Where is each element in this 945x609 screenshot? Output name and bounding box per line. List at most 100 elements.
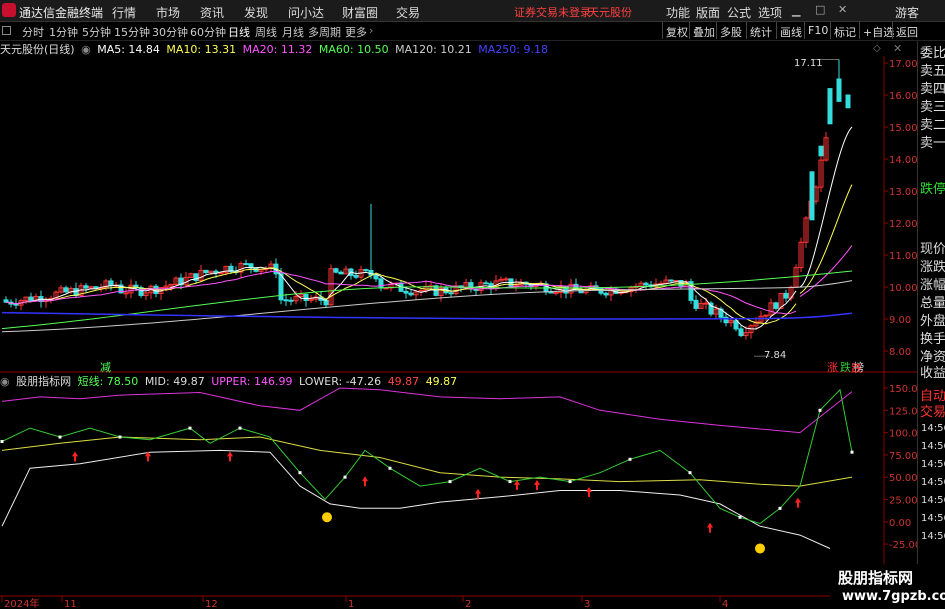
candle-body [288, 299, 294, 302]
short-marker [298, 471, 302, 475]
side-price[interactable]: 现价 [920, 242, 945, 258]
tag-down[interactable]: 跌 [840, 359, 851, 375]
side-ask1[interactable]: 卖一 [920, 136, 945, 152]
candle-body [28, 296, 34, 302]
side-time-2: 14:56 [921, 441, 945, 452]
side-ask3[interactable]: 卖三 [920, 100, 945, 116]
price-tick-label: 16.00 [889, 91, 918, 102]
candle-body [373, 274, 379, 280]
side-volume[interactable]: 总量 [920, 296, 945, 312]
side-earnings[interactable]: 收益 [920, 366, 945, 382]
candle-body [138, 287, 144, 296]
short-marker [118, 435, 122, 439]
side-net-asset[interactable]: 净资 [920, 350, 945, 366]
candle-body [693, 299, 699, 309]
side-time-7: 14:56 [921, 531, 945, 542]
candle-body [448, 292, 454, 295]
watermark: 股朋指标网 www.7gpzb.com [830, 564, 945, 609]
smiley-icon [322, 512, 332, 523]
ma5-line [5, 266, 797, 330]
candle-body [283, 299, 289, 302]
ma20-line-end [799, 245, 853, 298]
candle-body [363, 269, 369, 272]
side-time-3: 14:56 [921, 459, 945, 470]
short-marker [388, 466, 392, 470]
candle-body [403, 290, 409, 294]
short-marker [0, 439, 4, 443]
lower-band-line [1, 449, 831, 549]
price-tick-label: 9.00 [889, 315, 911, 326]
candle-body-recent [827, 88, 833, 125]
date-tick-label: 1 [348, 599, 354, 609]
side-change[interactable]: 涨跌 [920, 260, 945, 276]
candle-body [83, 285, 89, 289]
candle-body [408, 292, 414, 296]
buy-arrow-icon [707, 522, 713, 533]
upper-band-line [1, 387, 853, 434]
candle-body [3, 299, 9, 303]
short-marker [58, 435, 62, 439]
short-line [1, 388, 853, 525]
buy-arrow-icon [534, 479, 540, 490]
short-marker [188, 426, 192, 430]
candle-body [773, 302, 779, 309]
candle-body [548, 291, 554, 294]
price-tick-label: 17.00 [889, 59, 918, 70]
buy-arrow-icon [362, 476, 368, 487]
side-turnover[interactable]: 换手 [920, 332, 945, 348]
candle-body [243, 263, 249, 266]
side-ask4[interactable]: 卖四 [920, 82, 945, 98]
date-tick-label: 3 [584, 599, 590, 609]
side-panel: 委比 卖五 卖四 卖三 卖二 卖一 跌停 现价 涨跌 涨幅 总量 外盘 换手 净… [917, 41, 945, 609]
candle-body [668, 279, 674, 282]
candle-body [703, 302, 709, 305]
short-marker [238, 426, 242, 430]
short-marker [818, 408, 822, 412]
side-bid-ratio[interactable]: 委比 [920, 46, 945, 62]
candle-body [63, 287, 69, 293]
date-tick-label: 4 [722, 599, 728, 609]
side-ask2[interactable]: 卖二 [920, 118, 945, 134]
candle-body [738, 328, 744, 337]
buy-arrow-icon [475, 488, 481, 499]
date-tick-label: 2 [465, 599, 471, 609]
high-price-label: 17.11 [794, 58, 823, 69]
candle-body [303, 293, 309, 301]
candle-body [323, 299, 329, 306]
side-outer-disk[interactable]: 外盘 [920, 314, 945, 330]
date-tick-label: 12 [205, 599, 218, 609]
price-tick-label: 10.00 [889, 283, 918, 294]
price-tick-label: 8.00 [889, 347, 911, 358]
date-tick-label: 2024年 [4, 597, 39, 609]
candle-body [783, 292, 789, 299]
reduce-marker: 减 [100, 361, 111, 374]
low-price-label: 7.84 [764, 350, 787, 361]
mid-line [1, 436, 853, 487]
candle-body [353, 274, 359, 278]
watermark-title: 股朋指标网 [838, 569, 914, 587]
chart-canvas[interactable]: 17.0016.0015.0014.0013.0012.0011.0010.00… [0, 0, 945, 609]
price-tick-label: 15.00 [889, 123, 918, 134]
short-marker [688, 471, 692, 475]
side-limit-down: 跌停 [920, 182, 945, 197]
candle-body [108, 280, 114, 286]
smiley-icon [755, 543, 765, 554]
tag-down-label: 跌 [851, 362, 862, 375]
side-auto[interactable]: 自动 [920, 389, 945, 405]
candle-body-recent [809, 171, 815, 221]
candle-body [553, 292, 559, 295]
price-tick-label: 11.00 [889, 251, 918, 262]
short-marker [508, 480, 512, 484]
side-change-pct[interactable]: 涨幅 [920, 278, 945, 294]
side-ask5[interactable]: 卖五 [920, 64, 945, 80]
price-tick-label: 13.00 [889, 187, 918, 198]
tag-up[interactable]: 涨 [827, 359, 838, 375]
side-time-5: 14:56 [921, 495, 945, 506]
side-trade[interactable]: 交易 [920, 405, 945, 421]
candle-body [483, 282, 489, 285]
indicator-tick-label: 25.00 [889, 496, 918, 507]
candle-body [503, 278, 509, 281]
candle-body-recent [818, 145, 824, 157]
date-tick-label: 11 [64, 599, 77, 609]
short-marker [568, 480, 572, 484]
